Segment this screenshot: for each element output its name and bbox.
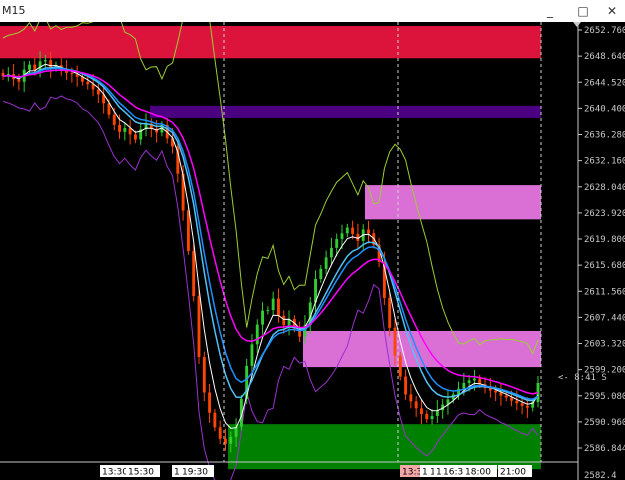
candle-body xyxy=(329,247,333,258)
candle-body xyxy=(367,229,370,234)
price-tick-label: 2619.800 xyxy=(584,235,625,245)
candle-body xyxy=(425,414,429,420)
candle-body xyxy=(324,257,328,269)
window-titlebar: M15 _ □ ✕ xyxy=(0,0,625,22)
candle-body xyxy=(229,436,233,444)
candle-body xyxy=(510,397,513,401)
candle-body xyxy=(515,400,519,404)
candle-body xyxy=(43,60,47,62)
candle-body xyxy=(393,327,397,356)
time-tag-label: 18:00 xyxy=(465,468,491,478)
price-tick-label: 2586.844 xyxy=(584,444,625,454)
zone-purple xyxy=(150,105,541,118)
session-lines xyxy=(223,22,542,462)
zones-layer xyxy=(0,25,541,470)
time-tag-label: 19:30 xyxy=(182,468,208,478)
candle-body xyxy=(197,296,201,357)
candle-body xyxy=(202,356,206,393)
price-tick-label: 2644.520 xyxy=(584,78,625,88)
supply-zone-top xyxy=(0,25,541,59)
candle-body xyxy=(319,268,323,279)
candle-body xyxy=(271,298,275,311)
minimize-icon[interactable]: _ xyxy=(535,0,565,22)
candle-body xyxy=(472,378,476,381)
candle-body xyxy=(49,60,53,68)
price-tick-label: 2615.680 xyxy=(584,261,625,271)
price-chart[interactable]: 2652.760 2648.640 2644.520 2640.400 2636.280… xyxy=(0,22,625,480)
candle-body xyxy=(467,380,471,383)
candle-body xyxy=(388,297,392,328)
candle-body xyxy=(409,394,413,402)
candle-body xyxy=(340,233,344,240)
candle-body xyxy=(494,390,498,393)
candle-body xyxy=(96,89,100,95)
candle-countdown: <- 8:41 S xyxy=(558,22,607,383)
ma-white-line xyxy=(2,63,539,429)
candle-body xyxy=(504,395,508,398)
candle-body xyxy=(17,79,21,82)
candle-body xyxy=(255,324,259,345)
lower-band-line xyxy=(2,95,539,480)
price-tick-label: 2652.760 xyxy=(584,26,625,36)
price-tick-label: 2628.040 xyxy=(584,183,625,193)
time-tag-label: 13:30 xyxy=(102,468,128,478)
time-tag-label: 21:00 xyxy=(500,468,526,478)
maximize-icon[interactable]: □ xyxy=(568,0,598,22)
price-axis: 2652.760 2648.640 2644.520 2640.400 2636.280… xyxy=(0,22,625,480)
candle-body xyxy=(430,415,434,420)
price-tick-label: 2582.4 xyxy=(584,471,617,480)
candle-body xyxy=(499,392,503,396)
candle-body xyxy=(28,64,31,70)
candle-body xyxy=(420,408,423,415)
moving-averages xyxy=(2,63,539,429)
price-tick-label: 2636.280 xyxy=(584,131,625,141)
candle-body xyxy=(414,401,418,409)
candle-body xyxy=(335,239,339,248)
candle-body xyxy=(218,427,222,439)
candle-body xyxy=(70,72,74,75)
close-icon[interactable]: ✕ xyxy=(597,0,625,22)
candle-body xyxy=(520,403,524,406)
candle-body xyxy=(118,124,121,132)
countdown-label: <- 8:41 S xyxy=(558,373,607,383)
time-tag-label: 15:30 xyxy=(128,468,154,478)
candle-body xyxy=(208,392,212,413)
candle-body xyxy=(86,81,90,85)
price-tick-label: 2623.920 xyxy=(584,209,625,219)
candle-body xyxy=(462,382,466,389)
zone-pink-upper xyxy=(365,185,541,220)
price-tick-label: 2595.080 xyxy=(584,392,625,402)
window-title: M15 xyxy=(2,4,26,17)
candle-body xyxy=(186,210,190,252)
envelope-bands xyxy=(2,22,539,480)
candle-body xyxy=(398,355,402,377)
time-tag-label: 1 xyxy=(422,468,428,478)
candle-body xyxy=(213,412,217,428)
price-tick-label: 2648.640 xyxy=(584,52,625,62)
price-tick-label: 2640.400 xyxy=(584,104,625,114)
candle-body xyxy=(250,344,254,366)
candle-body xyxy=(192,251,196,297)
chart-shift-marker-icon xyxy=(573,22,581,27)
price-tick-label: 2607.440 xyxy=(584,313,625,323)
price-tick-label: 2611.560 xyxy=(584,287,625,297)
candle-body xyxy=(112,114,116,125)
candle-body xyxy=(351,227,355,234)
price-tick-label: 2590.960 xyxy=(584,418,625,428)
candle-body xyxy=(133,134,137,140)
time-tag-label: 1 xyxy=(436,468,442,478)
candle-body xyxy=(277,298,280,316)
time-tag-label: 1 xyxy=(174,468,180,478)
candle-body xyxy=(266,310,270,312)
candle-body xyxy=(525,405,529,408)
price-tick-label: 2632.160 xyxy=(584,157,625,167)
candle-body xyxy=(404,376,408,395)
price-tick-label: 2603.320 xyxy=(584,340,625,350)
candle-body xyxy=(261,310,264,325)
candle-body xyxy=(282,315,286,326)
candle-body xyxy=(345,227,349,234)
candle-body xyxy=(123,128,127,132)
